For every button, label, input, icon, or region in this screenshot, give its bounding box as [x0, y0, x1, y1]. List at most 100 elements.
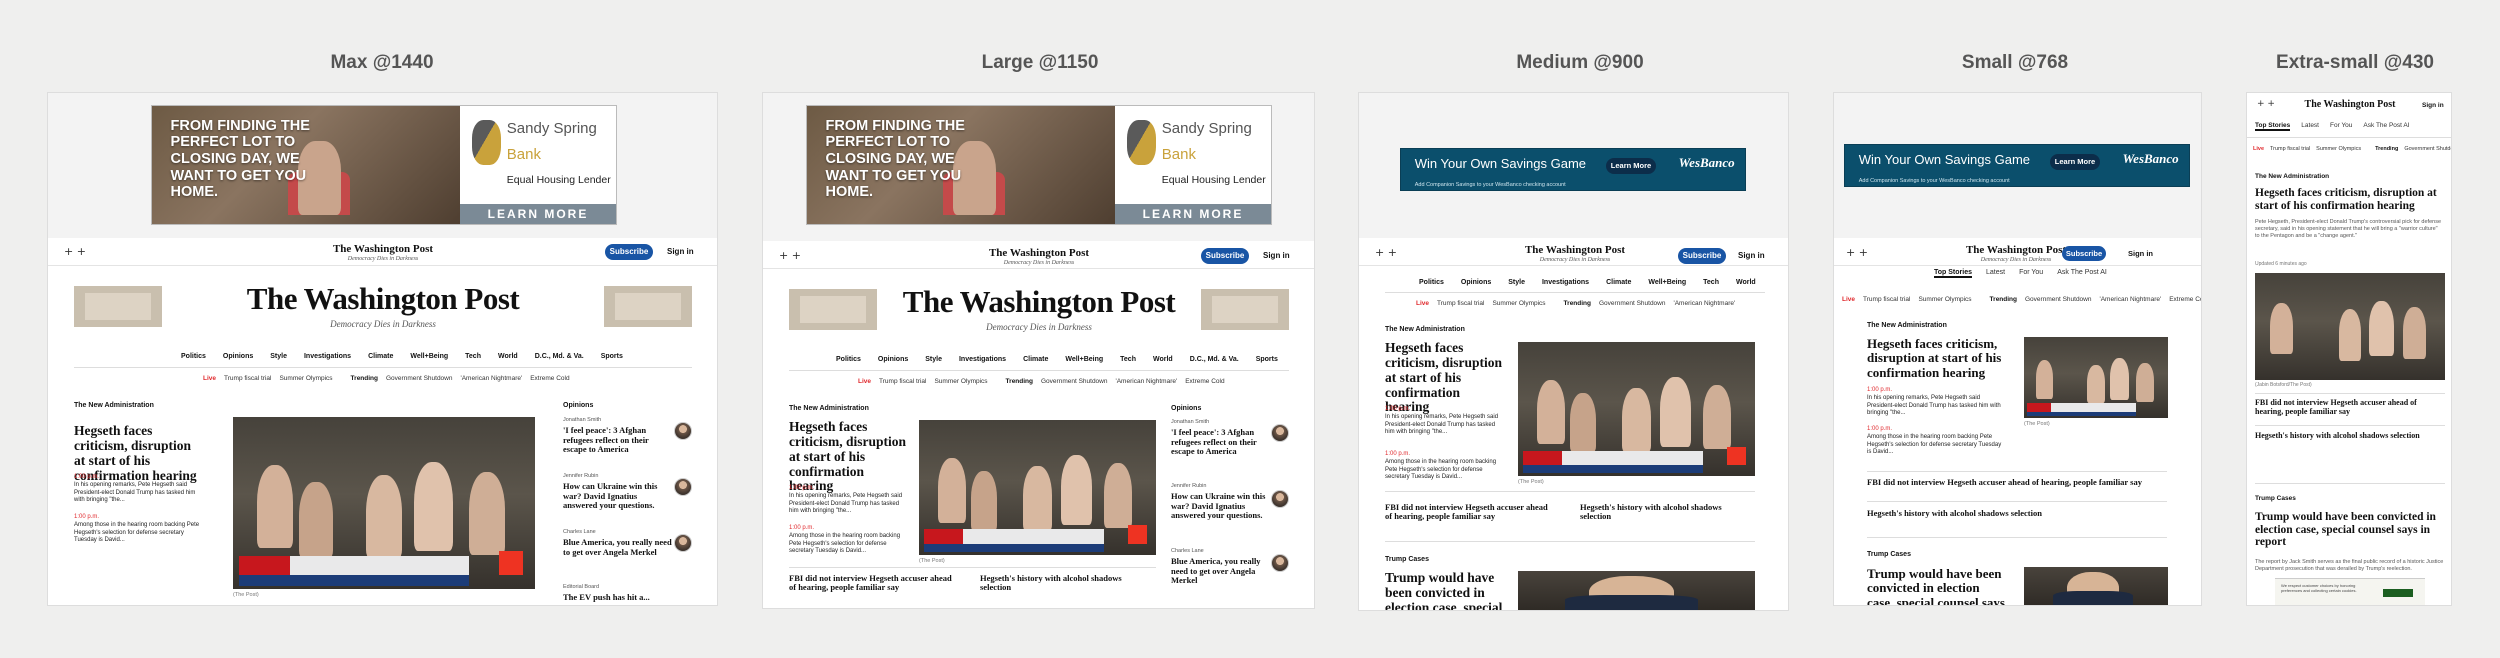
nav-item-opinions[interactable]: Opinions [1461, 279, 1491, 286]
signin-link[interactable]: Sign in [2422, 102, 2444, 109]
nav-item-politics[interactable]: Politics [181, 353, 206, 360]
tab-top-stories[interactable]: Top Stories [1934, 269, 1972, 278]
story-kicker[interactable]: The New Administration [1867, 322, 1947, 329]
consent-accept-button[interactable] [2383, 589, 2413, 597]
story2-headline[interactable]: Trump would have been convicted in elect… [2255, 511, 2445, 549]
opinion-headline-2[interactable]: How can Ukraine win this war? David Igna… [563, 481, 673, 511]
opinion-headline-3[interactable]: Blue America, you really need to get ove… [563, 537, 673, 557]
story2-image[interactable] [1518, 571, 1755, 610]
trending-item-3[interactable]: Extreme Cold [2169, 296, 2201, 303]
trending-item-1[interactable]: Government Shutdown [386, 375, 452, 382]
story2-image[interactable] [2024, 567, 2168, 605]
lead-bullet-2[interactable]: 1:00 p.m. Among those in the hearing roo… [789, 525, 907, 556]
lead-video[interactable] [919, 420, 1156, 555]
opinion-headline-3[interactable]: Blue America, you really need to get ove… [1171, 556, 1266, 586]
story2-headline[interactable]: Trump would have been convicted in elect… [1385, 570, 1503, 610]
tab-latest[interactable]: Latest [1986, 269, 2005, 278]
small-logo[interactable]: The Washington Post [333, 243, 433, 255]
tab-for-you[interactable]: For You [2330, 122, 2352, 131]
trending-item-2[interactable]: 'American Nightmare' [2099, 296, 2161, 303]
subscribe-button[interactable]: Subscribe [605, 244, 653, 260]
subscribe-button[interactable]: Subscribe [2062, 246, 2106, 261]
trending-item-2[interactable]: 'American Nightmare' [460, 375, 522, 382]
live-item-2[interactable]: Summer Olympics [2316, 146, 2361, 152]
lead-headline[interactable]: Hegseth faces criticism, disruption at s… [1867, 336, 2007, 380]
lead-bullet-1[interactable]: 1:00 p.m. In his opening remarks, Pete H… [74, 474, 204, 505]
nav-item-style[interactable]: Style [270, 353, 287, 360]
nav-item-world[interactable]: World [1153, 356, 1173, 363]
signin-link[interactable]: Sign in [667, 247, 694, 256]
ad-learn-more-button[interactable]: LEARN MORE [460, 204, 616, 224]
story2-kicker[interactable]: Trump Cases [1867, 551, 1911, 558]
plus-icon[interactable]: + + [779, 249, 801, 262]
opinion-headline-1[interactable]: 'I feel peace': 3 Afghan refugees reflec… [1171, 427, 1266, 457]
trending-item-3[interactable]: Extreme Cold [1185, 378, 1224, 385]
lead-bullet-2[interactable]: 1:00 p.m. Among those in the hearing roo… [1385, 451, 1503, 482]
opinions-label[interactable]: Opinions [1171, 405, 1201, 412]
trending-item-2[interactable]: 'American Nightmare' [1115, 378, 1177, 385]
trending-item-1[interactable]: Government Shutdown [2025, 296, 2091, 303]
sandy-spring-ad[interactable]: FROM FINDING THE PERFECT LOT TO CLOSING … [151, 105, 617, 225]
left-side-ad[interactable] [74, 286, 162, 327]
nav-item-opinions[interactable]: Opinions [223, 353, 253, 360]
lead-headline[interactable]: Hegseth faces criticism, disruption at s… [1385, 340, 1503, 415]
ad-learn-more-button[interactable]: LEARN MORE [1115, 204, 1271, 224]
left-side-ad[interactable] [789, 289, 877, 330]
sandy-spring-ad[interactable]: FROM FINDING THE PERFECT LOT TO CLOSING … [806, 105, 1272, 225]
nav-item-dc[interactable]: D.C., Md. & Va. [535, 353, 584, 360]
trending-item-2[interactable]: 'American Nightmare' [1673, 300, 1735, 307]
sub-headline-a[interactable]: FBI did not interview Hegseth accuser ah… [1867, 477, 2167, 487]
nav-item-investigations[interactable]: Investigations [1542, 279, 1589, 286]
sub-headline-b[interactable]: Hegseth's history with alcohol shadows s… [1580, 502, 1750, 522]
sub-headline-b[interactable]: Hegseth's history with alcohol shadows s… [1867, 508, 2167, 518]
live-item-1[interactable]: Trump fiscal trial [1437, 300, 1484, 307]
nav-item-wellbeing[interactable]: Well+Being [1065, 356, 1103, 363]
tab-top-stories[interactable]: Top Stories [2255, 122, 2291, 131]
tab-latest[interactable]: Latest [2301, 122, 2319, 131]
nav-item-world[interactable]: World [498, 353, 518, 360]
story2-headline[interactable]: Trump would have been convicted in elect… [1867, 566, 2007, 605]
small-logo[interactable]: The Washington Post [989, 247, 1089, 259]
story-kicker[interactable]: The New Administration [789, 405, 869, 412]
story2-kicker[interactable]: Trump Cases [2255, 495, 2296, 502]
lead-video[interactable] [2255, 273, 2445, 380]
story-kicker[interactable]: The New Administration [74, 402, 154, 409]
nav-item-tech[interactable]: Tech [1703, 279, 1719, 286]
live-item-1[interactable]: Trump fiscal trial [224, 375, 271, 382]
nav-item-world[interactable]: World [1736, 279, 1756, 286]
nav-item-tech[interactable]: Tech [465, 353, 481, 360]
tab-for-you[interactable]: For You [2019, 269, 2043, 278]
nav-item-investigations[interactable]: Investigations [304, 353, 351, 360]
live-item-2[interactable]: Summer Olympics [1492, 300, 1545, 307]
nav-item-climate[interactable]: Climate [1606, 279, 1631, 286]
story2-kicker[interactable]: Trump Cases [1385, 556, 1429, 563]
story-kicker[interactable]: The New Administration [2255, 173, 2329, 180]
nav-item-opinions[interactable]: Opinions [878, 356, 908, 363]
live-item-2[interactable]: Summer Olympics [934, 378, 987, 385]
lead-video[interactable] [233, 417, 535, 589]
wesbanco-ad[interactable]: Win Your Own Savings Game Learn More Wes… [1400, 148, 1746, 191]
live-item-1[interactable]: Trump fiscal trial [1863, 296, 1910, 303]
nav-item-politics[interactable]: Politics [1419, 279, 1444, 286]
nav-item-climate[interactable]: Climate [368, 353, 393, 360]
small-logo[interactable]: The Washington Post [1966, 244, 2066, 256]
nav-item-climate[interactable]: Climate [1023, 356, 1048, 363]
nav-item-wellbeing[interactable]: Well+Being [1648, 279, 1686, 286]
wes-learn-more-button[interactable]: Learn More [1606, 158, 1656, 174]
nav-item-tech[interactable]: Tech [1120, 356, 1136, 363]
subscribe-button[interactable]: Subscribe [1201, 248, 1249, 264]
sub-headline-a[interactable]: FBI did not interview Hegseth accuser ah… [2255, 398, 2445, 417]
plus-icon[interactable]: + + [2257, 99, 2275, 109]
nav-item-sports[interactable]: Sports [1256, 356, 1278, 363]
small-logo[interactable]: The Washington Post [1525, 244, 1625, 256]
live-item-2[interactable]: Summer Olympics [279, 375, 332, 382]
cookie-consent-banner[interactable]: We respect customer choices by honoring … [2275, 578, 2425, 605]
lead-bullet-1[interactable]: 1:00 p.m. In his opening remarks, Pete H… [1385, 406, 1503, 437]
signin-link[interactable]: Sign in [2128, 249, 2153, 258]
plus-icon[interactable]: + + [64, 245, 86, 258]
masthead-logo[interactable]: The Washington Post [903, 284, 1176, 320]
live-item-1[interactable]: Trump fiscal trial [2270, 146, 2310, 152]
wes-learn-more-button[interactable]: Learn More [2050, 154, 2100, 170]
lead-headline[interactable]: Hegseth faces criticism, disruption at s… [2255, 187, 2441, 212]
nav-item-style[interactable]: Style [1508, 279, 1525, 286]
